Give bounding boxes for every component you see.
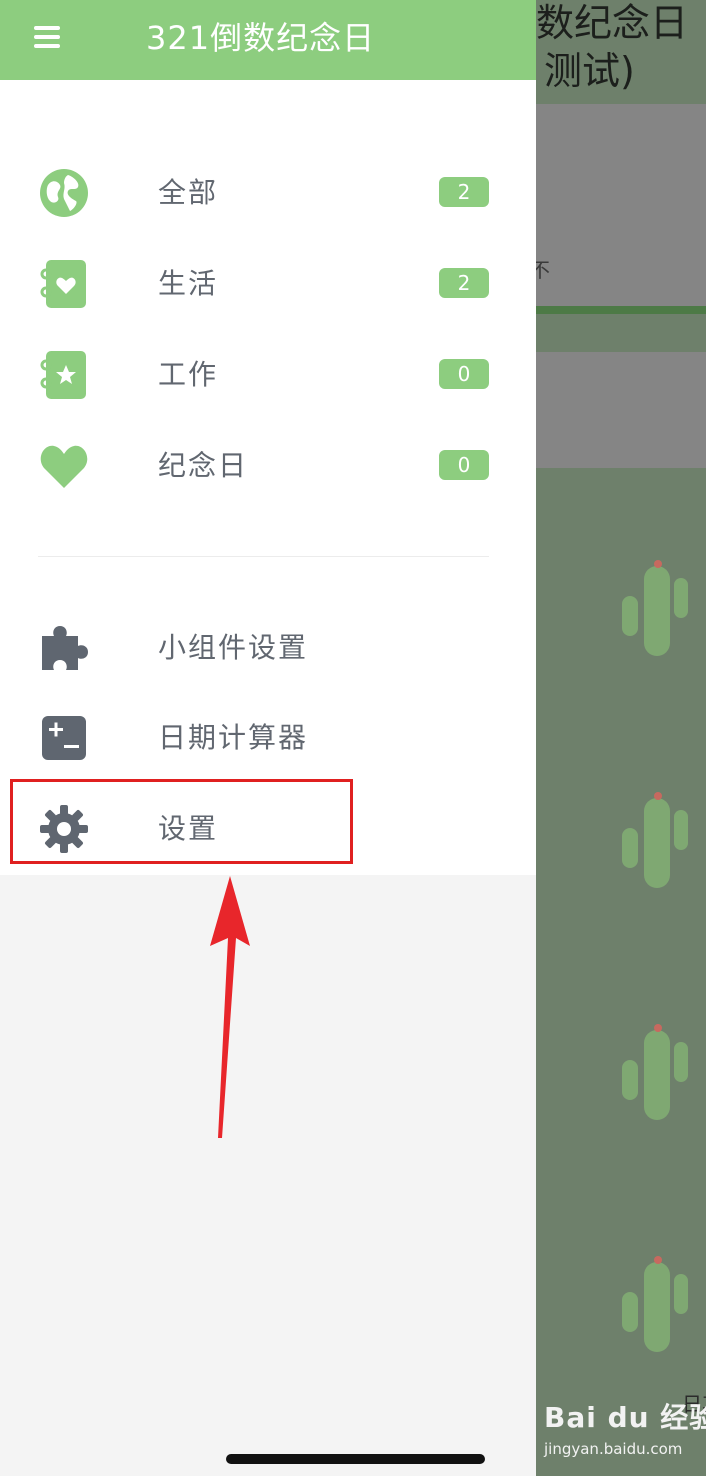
background-app: 数纪念日 测试) 不 日其	[536, 0, 706, 1476]
watermark-url: jingyan.baidu.com	[544, 1440, 683, 1458]
menu-item-label: 日期计算器	[158, 721, 309, 754]
menu-item-label: 小组件设置	[158, 631, 309, 664]
menu-icon[interactable]	[34, 26, 60, 48]
cactus-illustration	[622, 792, 688, 888]
count-badge: 0	[439, 450, 489, 480]
home-indicator	[226, 1454, 485, 1464]
app-title: 321倒数纪念日	[146, 19, 376, 57]
navigation-drawer: 321倒数纪念日 全部 2 生活 2 工作 0 纪念日 0 小组件设置 日期计算…	[0, 0, 536, 1476]
background-title-line2: 测试)	[544, 49, 635, 93]
notebook-heart-icon	[40, 260, 86, 308]
category-label: 纪念日	[158, 449, 249, 482]
drawer-body: 全部 2 生活 2 工作 0 纪念日 0 小组件设置 日期计算器 设置	[0, 80, 536, 875]
divider	[38, 556, 489, 557]
count-badge: 2	[439, 268, 489, 298]
category-label: 生活	[158, 267, 219, 300]
cactus-illustration	[622, 1256, 688, 1352]
background-card-text: 不	[536, 258, 550, 282]
category-label: 工作	[158, 358, 219, 391]
category-label: 全部	[158, 176, 219, 209]
watermark: Bai du 经验 jingyan.baidu.com	[544, 1396, 706, 1458]
background-card: 不	[536, 104, 706, 314]
category-item-life[interactable]: 生活 2	[0, 244, 536, 324]
drawer-header: 321倒数纪念日	[0, 0, 536, 80]
highlight-box	[10, 779, 353, 864]
watermark-brand: Bai du 经验	[544, 1401, 706, 1434]
calculator-icon	[42, 716, 86, 760]
puzzle-icon	[42, 626, 88, 670]
category-item-work[interactable]: 工作 0	[0, 335, 536, 415]
category-item-all[interactable]: 全部 2	[0, 153, 536, 233]
category-item-anniversary[interactable]: 纪念日 0	[0, 426, 536, 506]
arrow-annotation	[210, 876, 250, 1138]
menu-item-date-calculator[interactable]: 日期计算器	[0, 698, 536, 778]
background-card	[536, 352, 706, 468]
cactus-illustration	[622, 1024, 688, 1120]
heart-icon	[40, 445, 88, 488]
count-badge: 2	[439, 177, 489, 207]
menu-item-widget-settings[interactable]: 小组件设置	[0, 608, 536, 688]
cactus-illustration	[622, 560, 688, 656]
globe-icon	[40, 169, 88, 217]
notebook-star-icon	[40, 351, 86, 399]
count-badge: 0	[439, 359, 489, 389]
